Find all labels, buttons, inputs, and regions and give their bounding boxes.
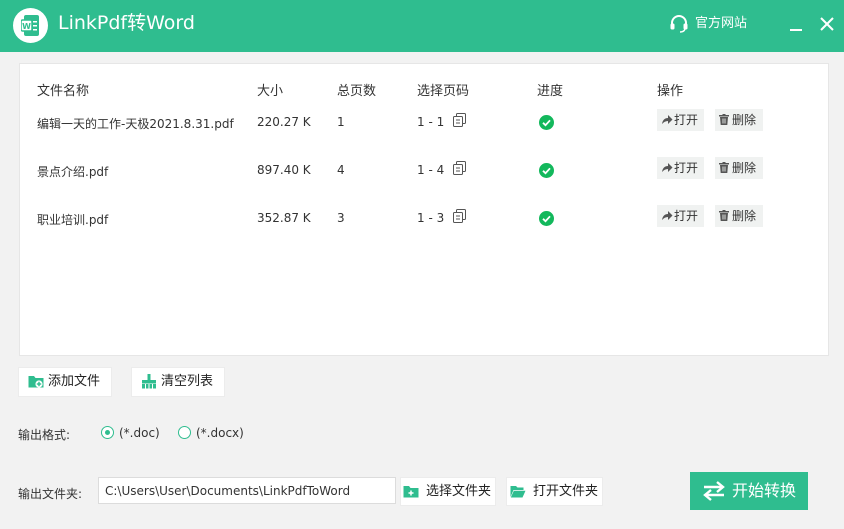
column-header-page-count: 总页数	[337, 84, 377, 99]
open-file-button[interactable]: 打开	[657, 109, 704, 131]
minimize-icon	[790, 29, 802, 31]
column-header-file-name: 文件名称	[37, 84, 90, 99]
clear-list-label: 清空列表	[161, 374, 214, 389]
file-size: 897.40 K	[257, 163, 311, 177]
add-file-label: 添加文件	[48, 374, 101, 389]
page-select-icon[interactable]	[453, 161, 466, 175]
svg-text:W: W	[22, 22, 31, 31]
open-folder-icon	[510, 486, 526, 498]
output-format-label: 输出格式:	[18, 428, 71, 442]
format-docx-label: (*.docx)	[196, 426, 244, 440]
open-label: 打开	[674, 113, 699, 127]
page-count: 3	[337, 211, 345, 225]
open-label: 打开	[674, 209, 699, 223]
delete-file-button[interactable]: 删除	[715, 109, 763, 131]
delete-label: 删除	[732, 209, 757, 223]
table-row: 职业培训.pdf 352.87 K 3 1 - 3 打开 删除	[20, 205, 828, 235]
radio-selected-indicator	[101, 426, 114, 439]
file-size: 352.87 K	[257, 211, 311, 225]
delete-file-button[interactable]: 删除	[715, 157, 763, 179]
table-row: 编辑一天的工作-天极2021.8.31.pdf 220.27 K 1 1 - 1…	[20, 109, 828, 139]
done-check-icon	[539, 211, 554, 226]
share-arrow-icon	[662, 115, 673, 124]
delete-file-button[interactable]: 删除	[715, 205, 763, 227]
trash-icon	[719, 162, 729, 173]
headset-icon	[670, 15, 688, 33]
start-convert-label: 开始转换	[732, 481, 797, 500]
start-convert-button[interactable]: 开始转换	[690, 472, 808, 510]
page-range: 1 - 4	[417, 163, 445, 177]
close-button[interactable]	[816, 13, 838, 35]
open-folder-button[interactable]: 打开文件夹	[506, 477, 603, 506]
word-document-logo-icon: W	[13, 8, 48, 43]
page-count: 4	[337, 163, 345, 177]
share-arrow-icon	[662, 211, 673, 220]
add-folder-icon	[28, 376, 44, 388]
close-icon	[820, 17, 834, 31]
broom-icon	[142, 374, 156, 389]
file-name: 景点介绍.pdf	[37, 165, 109, 179]
swap-arrows-icon	[703, 481, 725, 501]
app-title: LinkPdf转Word	[58, 12, 195, 34]
page-select-icon[interactable]	[453, 209, 466, 223]
share-arrow-icon	[662, 163, 673, 172]
open-file-button[interactable]: 打开	[657, 205, 704, 227]
output-folder-path-input[interactable]	[98, 477, 396, 504]
page-count: 1	[337, 115, 345, 129]
file-name: 编辑一天的工作-天极2021.8.31.pdf	[37, 117, 234, 131]
page-select-icon[interactable]	[453, 113, 466, 127]
delete-label: 删除	[732, 161, 757, 175]
radio-unselected-indicator	[178, 426, 191, 439]
done-check-icon	[539, 163, 554, 178]
column-header-page-range: 选择页码	[417, 84, 470, 99]
delete-label: 删除	[732, 113, 757, 127]
add-folder-icon	[403, 486, 419, 498]
file-size: 220.27 K	[257, 115, 311, 129]
open-label: 打开	[674, 161, 699, 175]
open-folder-label: 打开文件夹	[533, 484, 599, 499]
page-range: 1 - 1	[417, 115, 445, 129]
official-website-label: 官方网站	[695, 16, 748, 31]
column-header-actions: 操作	[657, 84, 684, 99]
add-file-button[interactable]: 添加文件	[18, 367, 112, 397]
column-header-size: 大小	[257, 84, 284, 99]
output-folder-label: 输出文件夹:	[18, 487, 83, 501]
open-file-button[interactable]: 打开	[657, 157, 704, 179]
page-range: 1 - 3	[417, 211, 445, 225]
clear-list-button[interactable]: 清空列表	[131, 367, 225, 397]
title-bar: W LinkPdf转Word 官方网站	[0, 0, 844, 52]
trash-icon	[719, 114, 729, 125]
choose-folder-label: 选择文件夹	[426, 484, 492, 499]
minimize-button[interactable]	[785, 13, 807, 35]
format-doc-label: (*.doc)	[119, 426, 160, 440]
file-list-panel: 文件名称 大小 总页数 选择页码 进度 操作 编辑一天的工作-天极2021.8.…	[19, 63, 829, 356]
file-name: 职业培训.pdf	[37, 213, 109, 227]
choose-folder-button[interactable]: 选择文件夹	[400, 477, 496, 506]
done-check-icon	[539, 115, 554, 130]
trash-icon	[719, 210, 729, 221]
table-row: 景点介绍.pdf 897.40 K 4 1 - 4 打开 删除	[20, 157, 828, 187]
column-header-progress: 进度	[537, 84, 564, 99]
